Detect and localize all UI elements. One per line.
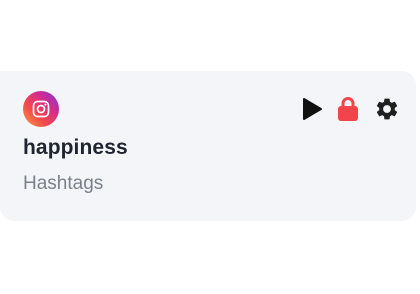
play-icon xyxy=(303,98,322,120)
instagram-icon xyxy=(23,91,59,127)
play-button[interactable] xyxy=(298,95,326,123)
lock-icon xyxy=(338,97,358,121)
settings-button[interactable] xyxy=(373,95,401,123)
feed-card[interactable]: happiness Hashtags xyxy=(0,71,416,221)
gear-icon xyxy=(376,98,398,120)
feed-title: happiness xyxy=(23,136,128,159)
instagram-glyph xyxy=(32,100,50,118)
lock-button[interactable] xyxy=(334,95,362,123)
feed-type-label: Hashtags xyxy=(23,173,104,194)
